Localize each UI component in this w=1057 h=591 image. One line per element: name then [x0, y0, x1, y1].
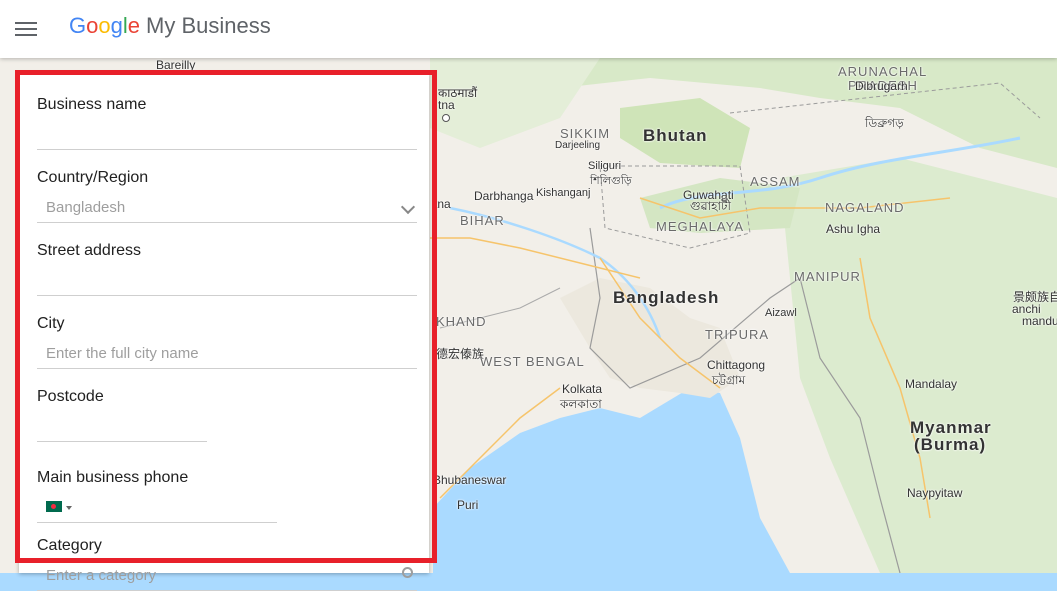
map-state-label: BIHAR: [460, 213, 505, 228]
map-city-label: Darbhanga: [474, 189, 534, 203]
map-city-label: Kishanganj: [536, 187, 591, 199]
map-city-label: কলকাতা: [560, 397, 602, 411]
postcode-field: Postcode: [37, 387, 207, 442]
postcode-label: Postcode: [37, 388, 104, 405]
top-app-bar: Google My Business: [0, 0, 1057, 58]
logo-letter: g: [110, 13, 123, 38]
map-city-label: Aizawl: [765, 307, 797, 319]
business-name-field: Business name: [37, 95, 417, 150]
category-field: Category Enter a category: [37, 536, 417, 591]
map-state-label: MANIPUR: [794, 269, 861, 284]
phone-label: Main business phone: [37, 469, 189, 486]
phone-input[interactable]: [37, 496, 277, 523]
map-city-label: Bareilly: [156, 58, 196, 72]
street-address-input[interactable]: [37, 269, 417, 296]
map-state-label: KHAND: [436, 314, 487, 329]
country-field: Country/Region Bangladesh: [37, 168, 417, 223]
map-state-label: NAGALAND: [825, 200, 905, 215]
country-label: Country/Region: [37, 169, 149, 186]
country-select[interactable]: Bangladesh: [37, 196, 417, 223]
map-state-label: TRIPURA: [705, 327, 770, 342]
category-input[interactable]: Enter a category: [37, 564, 417, 591]
map-city-label: Puri: [457, 498, 479, 512]
app-logo: Google My Business: [69, 12, 271, 40]
logo-letter: o: [98, 13, 111, 38]
map-country-label: (Burma): [914, 435, 987, 454]
category-label: Category: [37, 537, 102, 554]
map-city-label: tna: [434, 197, 451, 211]
map-city-label: গুৱাহাটী: [690, 199, 731, 213]
logo-letter: G: [69, 13, 87, 38]
map-state-label: SIKKIM: [560, 126, 611, 141]
map-city-marker: [442, 114, 450, 122]
map-city-label: Ashu Igha: [826, 222, 881, 236]
map-city-label: mandu: [1022, 314, 1057, 328]
chevron-down-icon: [400, 199, 416, 215]
map-city-label: tna: [438, 98, 455, 112]
map-city-label: Kolkata: [562, 382, 603, 396]
phone-field: Main business phone: [37, 468, 277, 523]
city-label: City: [37, 315, 65, 332]
product-name: My Business: [146, 13, 271, 38]
map-city-label: শিলিগুড়ি: [590, 175, 632, 187]
country-select-value: Bangladesh: [46, 199, 126, 216]
map-country-label: Bangladesh: [613, 288, 720, 307]
map-city-label: 德宏傣族: [436, 347, 485, 361]
map-city-label: Naypyitaw: [907, 486, 963, 500]
business-form-panel: Business name Country/Region Bangladesh …: [19, 73, 429, 591]
map-state-label: ASSAM: [750, 174, 801, 189]
map-city-label: Chittagong: [707, 358, 766, 372]
street-address-label: Street address: [37, 242, 142, 259]
business-name-input[interactable]: [37, 123, 417, 150]
city-field: City Enter the full city name: [37, 314, 417, 369]
caret-down-icon[interactable]: [66, 506, 72, 511]
map-city-label: Bhubaneswar: [433, 473, 507, 487]
menu-icon[interactable]: [15, 18, 37, 38]
map-city-label: Darjeeling: [555, 140, 601, 151]
logo-letter: o: [86, 13, 99, 38]
category-placeholder: Enter a category: [46, 567, 157, 584]
logo-letter: e: [127, 13, 141, 38]
map-country-label: Bhutan: [643, 126, 708, 145]
map-city-label: Mandalay: [905, 377, 958, 391]
map-state-label: ARUNACHAL: [838, 64, 928, 79]
street-address-field: Street address: [37, 241, 417, 296]
map-city-label: ডিব্ৰুগড়: [865, 116, 904, 130]
map-city-label: চট্টগ্রাম: [712, 373, 746, 387]
map-state-label: WEST BENGAL: [480, 354, 585, 369]
map-city-label: Dibrugarh: [855, 79, 908, 93]
postcode-input[interactable]: [37, 415, 207, 442]
map-state-label: MEGHALAYA: [656, 219, 744, 234]
city-input[interactable]: Enter the full city name: [37, 342, 417, 369]
bangladesh-flag-icon[interactable]: [46, 501, 62, 513]
business-name-label: Business name: [37, 96, 147, 113]
map-city-label: Siliguri: [588, 160, 622, 172]
